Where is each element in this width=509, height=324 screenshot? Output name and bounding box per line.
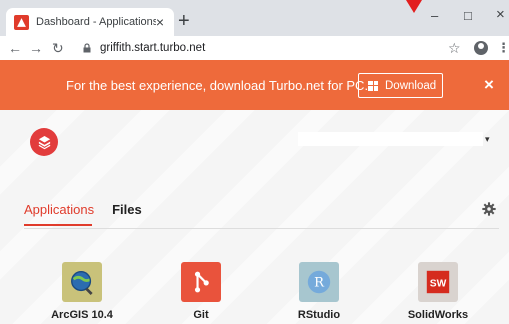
- address-bar[interactable]: griffith.start.turbo.net: [70, 38, 440, 58]
- url-text: griffith.start.turbo.net: [100, 42, 206, 54]
- app-tile-rstudio[interactable]: R RStudio: [269, 262, 369, 321]
- rstudio-icon: R: [299, 262, 339, 302]
- new-tab-button[interactable]: +: [178, 11, 190, 31]
- app-label: Git: [193, 309, 209, 321]
- active-tab-indicator: [24, 224, 92, 226]
- minimize-button[interactable]: –: [431, 9, 438, 22]
- banner-message: For the best experience, download Turbo.…: [66, 78, 369, 93]
- app-tile-arcgis[interactable]: ArcGIS 10.4: [32, 262, 132, 321]
- chevron-down-icon[interactable]: ▾: [485, 134, 490, 145]
- turbo-logo-icon[interactable]: [30, 128, 58, 156]
- arcgis-icon: [62, 262, 102, 302]
- red-pointer-marker: [406, 0, 422, 13]
- windows-icon: [368, 80, 378, 91]
- tab-applications[interactable]: Applications: [24, 202, 94, 217]
- tab-close-icon[interactable]: ×: [156, 15, 164, 29]
- solidworks-icon: SW: [418, 262, 458, 302]
- svg-text:R: R: [314, 276, 325, 291]
- lock-icon: [83, 43, 91, 53]
- app-tile-solidworks[interactable]: SW SolidWorks: [388, 262, 488, 321]
- tab-title: Dashboard - Applications: [36, 16, 156, 28]
- turbo-favicon-icon: [14, 14, 29, 30]
- star-icon[interactable]: ☆: [448, 40, 461, 57]
- app-label: ArcGIS 10.4: [51, 309, 113, 321]
- download-label: Download: [385, 79, 437, 92]
- forward-arrow-icon[interactable]: →: [29, 40, 43, 56]
- banner-close-icon[interactable]: ×: [484, 75, 494, 95]
- app-tile-git[interactable]: Git: [151, 262, 251, 321]
- profile-icon[interactable]: [474, 41, 488, 55]
- download-banner: For the best experience, download Turbo.…: [0, 60, 509, 110]
- download-button[interactable]: Download: [358, 73, 443, 98]
- content-tabs: Applications Files: [24, 202, 160, 217]
- tab-files[interactable]: Files: [112, 202, 142, 217]
- browser-toolbar: ← → ↻ griffith.start.turbo.net ☆ ⋮: [0, 36, 509, 60]
- back-arrow-icon[interactable]: ←: [8, 40, 22, 56]
- browser-tab[interactable]: Dashboard - Applications ×: [6, 8, 174, 36]
- user-account-selector[interactable]: [298, 132, 483, 146]
- tabs-divider: [24, 228, 499, 229]
- browser-tabstrip: Dashboard - Applications × + – □ ×: [0, 0, 509, 36]
- reload-icon[interactable]: ↻: [52, 40, 64, 56]
- menu-dots-icon[interactable]: ⋮: [497, 40, 509, 56]
- git-icon: [181, 262, 221, 302]
- app-label: SolidWorks: [407, 309, 469, 321]
- close-window-button[interactable]: ×: [496, 7, 505, 22]
- dashboard-content: ▾ Applications Files ArcGIS 10.4 Git R R…: [0, 110, 509, 324]
- svg-text:SW: SW: [430, 279, 447, 290]
- maximize-button[interactable]: □: [464, 9, 472, 22]
- app-label: RStudio: [297, 309, 341, 321]
- gear-icon[interactable]: [482, 202, 496, 216]
